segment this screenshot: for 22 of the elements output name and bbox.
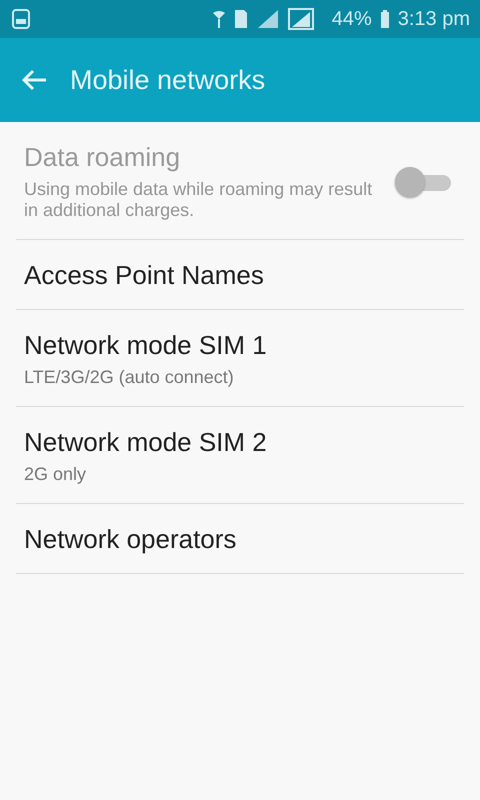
back-arrow-icon[interactable] [20,68,48,92]
settings-item[interactable]: Access Point Names [16,240,464,310]
signal-icon [288,8,314,30]
setting-title: Network mode SIM 1 [24,330,268,361]
wifi-icon [212,9,226,29]
setting-summary: Using mobile data while roaming may result in additional charges. [24,179,374,221]
notification-icon [12,9,30,29]
setting-title: Network operators [24,524,238,555]
screen-title: Mobile networks [70,64,266,96]
settings-item[interactable]: Network mode SIM 1 LTE/3G/2G (auto connect) [16,310,464,407]
setting-title: Access Point Names [24,260,265,291]
settings-item[interactable]: Network operators [16,504,464,574]
sim-icon [234,9,248,29]
setting-title: Network mode SIM 2 [24,427,268,458]
clock: 3:13 pm [398,8,470,30]
settings-item[interactable]: Network mode SIM 2 2G only [16,407,464,504]
setting-summary: 2G only [24,464,88,485]
setting-title: Data roaming [24,142,182,173]
battery-percentage: 44% [332,8,372,30]
setting-summary: LTE/3G/2G (auto connect) [24,367,235,388]
battery-icon [380,9,390,29]
signal-icon [256,9,280,29]
